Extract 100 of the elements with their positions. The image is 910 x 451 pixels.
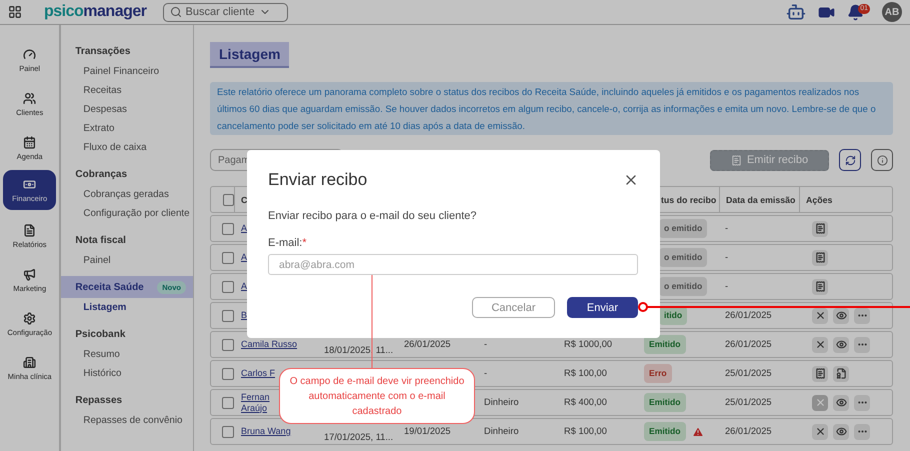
menu-item[interactable]: Receitas — [61, 81, 193, 100]
user-avatar[interactable]: AB — [882, 2, 902, 22]
view-button[interactable] — [833, 308, 849, 324]
cancel-button[interactable] — [812, 336, 828, 352]
building-icon — [23, 356, 36, 368]
cancel-button[interactable] — [812, 308, 828, 324]
table-cell: 25/01/2025 — [725, 397, 772, 408]
client-link[interactable]: Bruna Wang — [239, 426, 291, 437]
dialog-title: Enviar recibo — [268, 170, 368, 190]
checkbox[interactable] — [222, 310, 234, 322]
menu-section-title[interactable]: Psicobank — [61, 323, 193, 345]
eye-icon — [836, 310, 846, 321]
checkbox[interactable] — [222, 222, 234, 234]
checkbox[interactable] — [222, 368, 234, 380]
logo: psicomanager — [44, 2, 146, 22]
settings-icon — [23, 312, 36, 324]
menu-item[interactable]: Despesas — [61, 100, 193, 119]
menu-item[interactable]: Listagem — [61, 298, 193, 317]
eye-icon — [836, 339, 846, 350]
apps-grid-icon[interactable] — [8, 5, 22, 19]
client-link[interactable]: A — [239, 281, 248, 292]
view-button[interactable] — [833, 394, 849, 410]
table-cell: - — [725, 281, 728, 292]
banknote-icon — [23, 178, 36, 190]
more-button[interactable] — [854, 394, 870, 410]
status-badge: o emitido — [659, 219, 708, 238]
client-link[interactable]: Camila Russo — [239, 339, 298, 350]
receipt-icon — [814, 252, 826, 263]
checkbox[interactable] — [223, 194, 234, 206]
more-button[interactable] — [854, 336, 870, 352]
menu-section-title[interactable]: Cobranças — [61, 163, 193, 185]
more-button[interactable] — [854, 424, 870, 440]
dialog-question: Enviar recibo para o e-mail do seu cliente? — [268, 210, 478, 222]
column-header: Data da emissão — [726, 194, 796, 204]
table-cell: 26/01/2025 — [725, 426, 772, 437]
file-icon — [836, 368, 846, 379]
eye-icon — [836, 397, 846, 408]
cancel-button[interactable] — [812, 424, 828, 440]
file-button[interactable] — [833, 366, 849, 382]
email-input[interactable]: abra@abra.com — [268, 254, 638, 275]
email-label: E-mail:* — [268, 237, 308, 249]
table-cell: 26/01/2025 — [725, 339, 772, 350]
view-button[interactable] — [833, 424, 849, 440]
close-icon — [814, 310, 826, 321]
checkbox[interactable] — [222, 280, 234, 292]
column-header: Ações — [806, 194, 832, 204]
menu-item[interactable]: Painel — [61, 251, 193, 270]
info-icon — [876, 154, 888, 166]
status-badge: Erro — [644, 364, 672, 383]
more-button[interactable] — [854, 308, 870, 324]
menu-item[interactable]: Fluxo de caixa — [61, 138, 193, 157]
users-icon — [23, 92, 36, 104]
menu-item[interactable]: Repasses de convênio — [61, 411, 193, 430]
client-link[interactable]: B — [239, 310, 248, 321]
search-icon — [170, 6, 182, 18]
cancel-button[interactable]: Cancelar — [472, 297, 555, 318]
close-icon — [814, 397, 826, 408]
view-button[interactable] — [833, 336, 849, 352]
client-link[interactable]: A — [239, 223, 248, 234]
table-cell: Dinheiro — [484, 426, 519, 437]
robot-icon[interactable] — [786, 2, 806, 22]
gauge-icon — [23, 48, 36, 60]
receipt-icon — [814, 223, 826, 234]
menu-item[interactable]: Resumo — [61, 345, 193, 364]
table-cell: 25/01/2025 — [725, 368, 772, 379]
table-cell: R$ 1000,00 — [564, 339, 612, 350]
receipt-button[interactable] — [812, 366, 828, 382]
menu-item[interactable]: Extrato — [61, 119, 193, 138]
checkbox[interactable] — [222, 396, 234, 408]
refresh-icon — [844, 154, 856, 166]
column-header: C — [241, 194, 248, 204]
client-link[interactable]: Carlos F — [239, 368, 276, 379]
close-icon — [814, 339, 826, 350]
send-button[interactable]: Enviar — [567, 297, 638, 318]
status-badge: Emitido — [644, 422, 686, 441]
client-link[interactable]: A — [239, 252, 248, 263]
menu-section-title[interactable]: Nota fiscal — [61, 229, 193, 251]
menu-item[interactable]: Histórico — [61, 364, 193, 383]
calendar-icon — [23, 136, 36, 148]
checkbox[interactable] — [222, 426, 234, 438]
status-badge: Emitido — [644, 335, 686, 354]
column-header: tus do recibo — [661, 194, 716, 204]
checkbox[interactable] — [222, 338, 234, 350]
menu-item[interactable]: Cobranças geradas — [61, 185, 193, 204]
checkbox[interactable] — [222, 252, 234, 264]
receipt-icon — [814, 368, 826, 379]
menu-section-title[interactable]: Transações — [61, 40, 193, 62]
search-field[interactable]: Buscar cliente — [162, 2, 288, 22]
client-link[interactable]: Fernan Araújo — [239, 392, 270, 414]
info-message: Este relatório oferece um panorama completo sobre o status dos recibos do Receita Saúde, incluindo aqueles já emitidos e os pagamentos realizados nos últimos 60 dias que aguardam emissão. Se houver dados incorretos em algum recibo, cancele-o, corrija as informações e emita um novo. Lembre-se de que o cancelamento pode ser solicitado em até 10 dias após a data de emissão. — [210, 82, 893, 135]
receipt-button[interactable] — [812, 278, 828, 294]
close-icon — [814, 426, 826, 437]
receipt-button[interactable] — [812, 250, 828, 266]
refresh-button[interactable] — [839, 149, 861, 171]
menu-section-title[interactable]: Repasses — [61, 389, 193, 411]
receipt-button[interactable] — [812, 220, 828, 236]
menu-item[interactable]: Painel Financeiro — [61, 62, 193, 81]
table-cell: 26/01/2025 — [404, 339, 451, 350]
menu-item[interactable]: Configuração por cliente — [61, 204, 193, 223]
info-button[interactable] — [871, 149, 893, 171]
